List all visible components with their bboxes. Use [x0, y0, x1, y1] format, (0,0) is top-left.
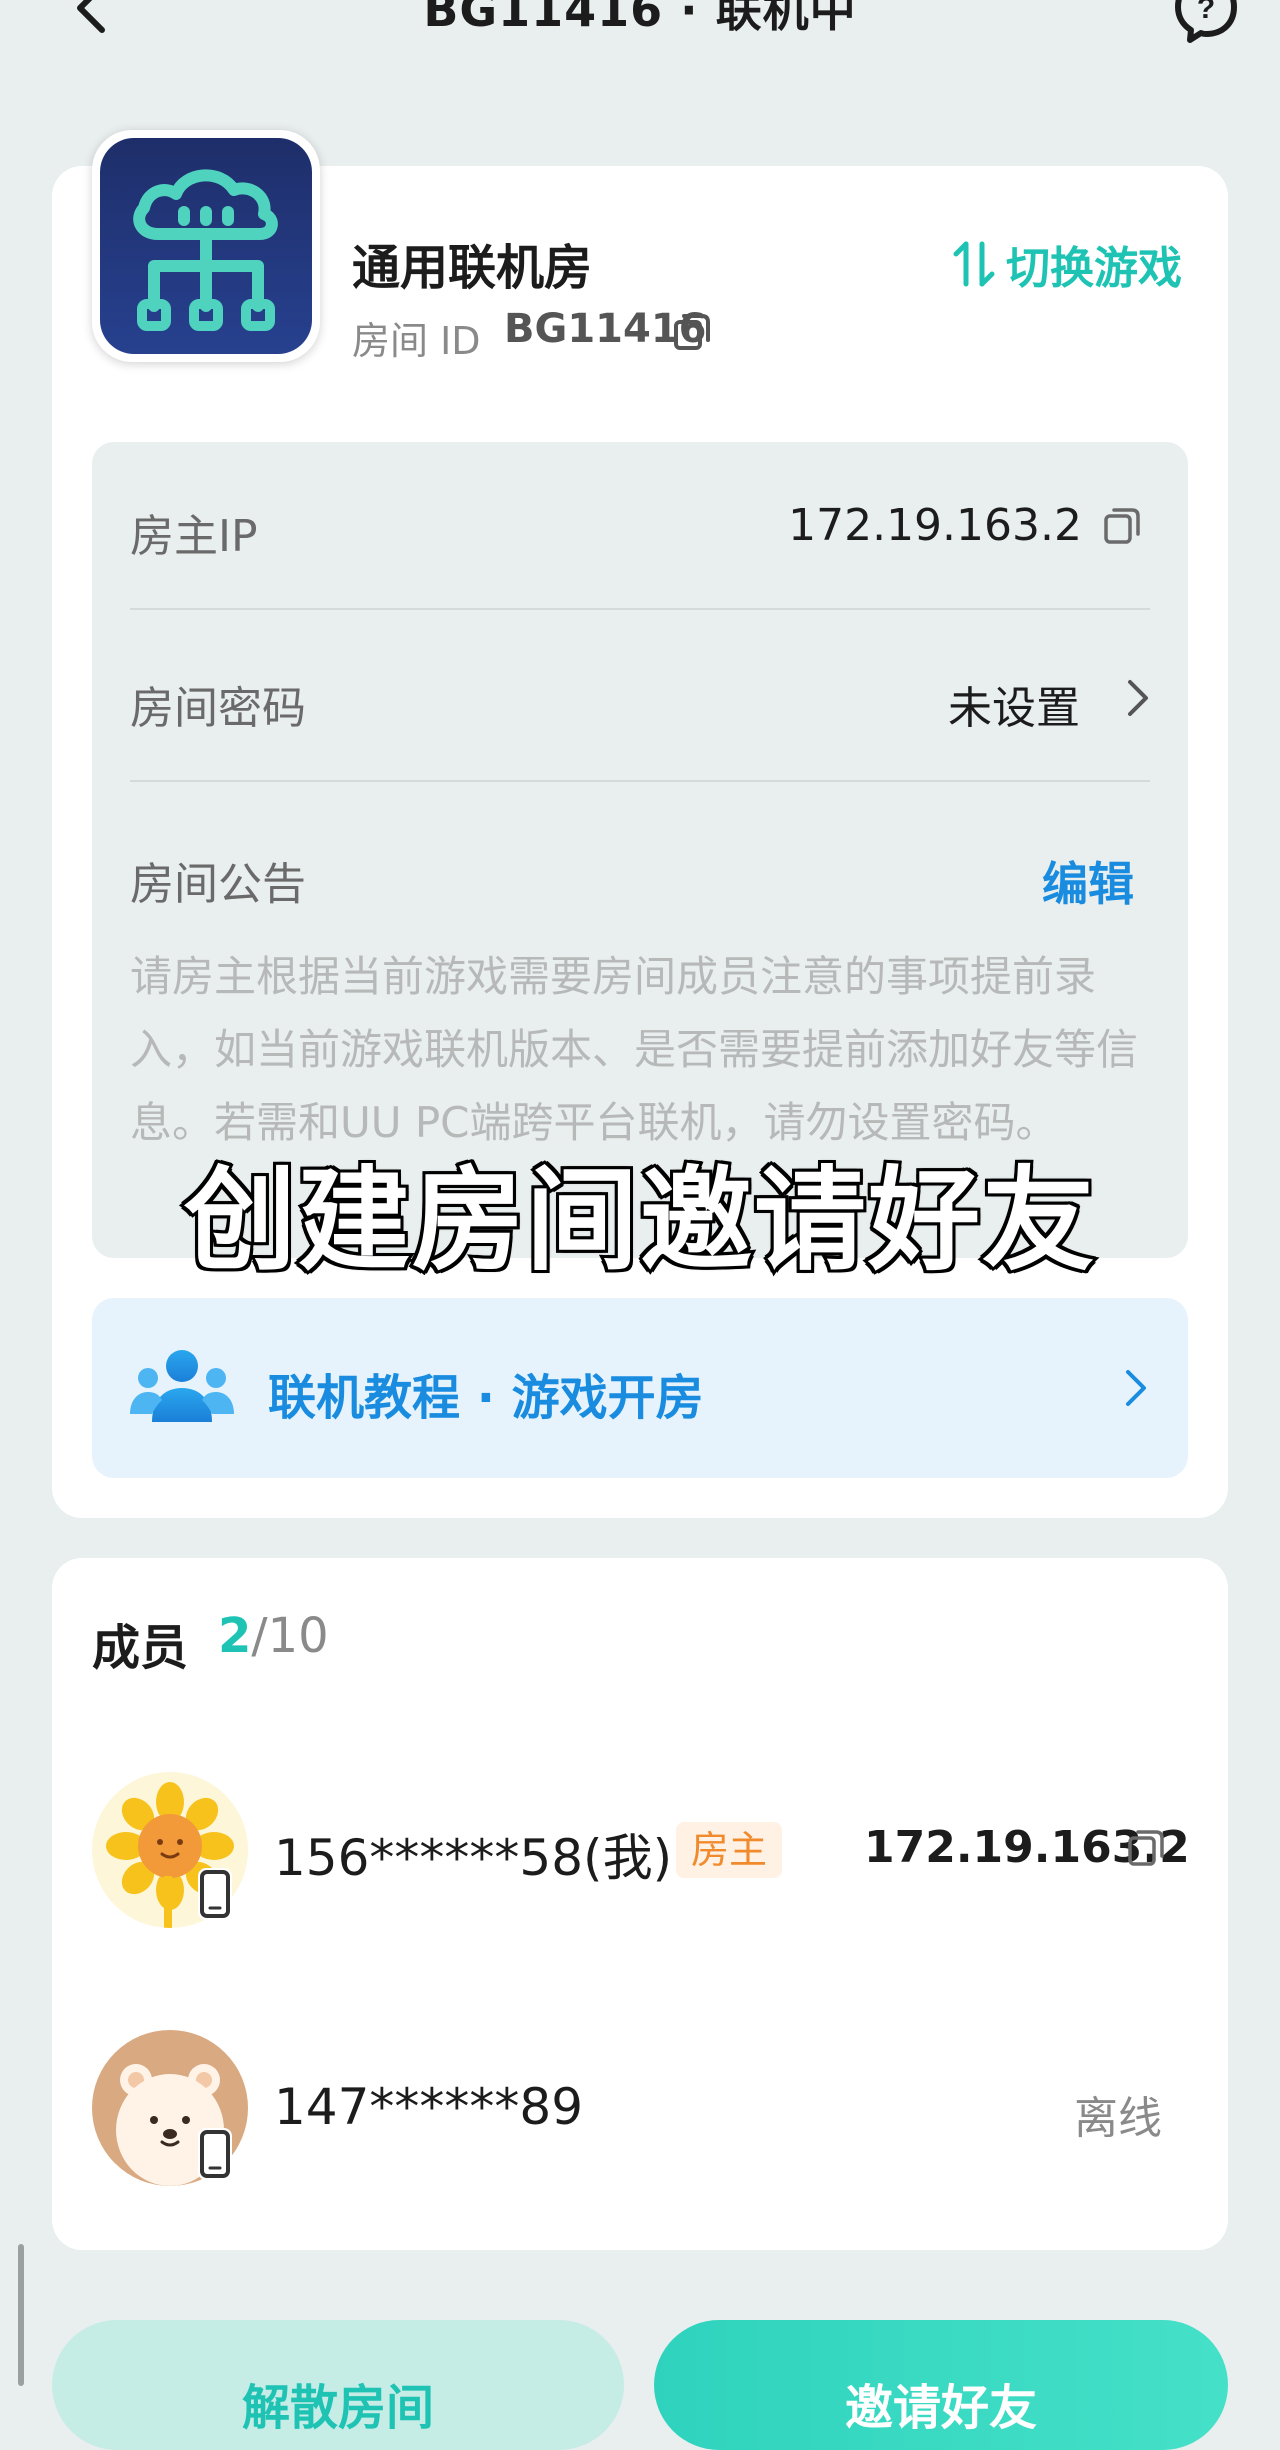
cloud-network-icon: [133, 169, 278, 331]
members-max: /10: [251, 1608, 329, 1664]
game-icon: [92, 130, 320, 362]
scrollbar[interactable]: [18, 2244, 24, 2386]
host-ip-value: 172.19.163.2: [788, 500, 1082, 551]
svg-text:?: ?: [1197, 0, 1215, 25]
copy-icon[interactable]: [1102, 504, 1142, 546]
room-name: 通用联机房: [352, 240, 593, 296]
dissolve-room-label: 解散房间: [241, 2380, 434, 2436]
members-title: 成员: [92, 1620, 189, 1676]
member-status: 离线: [1074, 2093, 1162, 2144]
dissolve-room-button[interactable]: 解散房间: [52, 2320, 624, 2450]
member-name: 147******89: [274, 2078, 584, 2136]
users-icon: [130, 1350, 234, 1422]
announcement-label: 房间公告: [130, 859, 306, 910]
password-value: 未设置: [948, 683, 1080, 734]
members-count: 2/10: [218, 1608, 329, 1664]
overlay-caption: 创建房间邀请好友: [181, 1153, 1097, 1289]
divider: [130, 608, 1150, 610]
copy-icon[interactable]: [672, 310, 712, 352]
invite-friends-label: 邀请好友: [844, 2380, 1037, 2436]
host-badge: 房主: [676, 1822, 782, 1878]
room-id-label: 房间 ID: [352, 319, 481, 363]
phone-icon: [198, 2128, 232, 2180]
phone-icon: [198, 1868, 232, 1920]
copy-icon[interactable]: [1126, 1826, 1166, 1868]
member-name: 156******58(我): [274, 1829, 673, 1887]
switch-game-label: 切换游戏: [1006, 243, 1182, 294]
invite-friends-button[interactable]: 邀请好友: [654, 2320, 1228, 2450]
password-label: 房间密码: [130, 683, 306, 734]
edit-announcement-link[interactable]: 编辑: [1042, 848, 1134, 914]
swap-icon: [953, 241, 995, 287]
switch-game-button[interactable]: 切换游戏: [952, 232, 1182, 296]
members-current: 2: [218, 1608, 252, 1664]
divider: [130, 780, 1150, 782]
tutorial-label: 联机教程 · 游戏开房: [268, 1370, 704, 1426]
page-title: BG11416 · 联机中: [423, 0, 857, 37]
help-icon[interactable]: ?: [1172, 0, 1240, 44]
chevron-right-icon: [1128, 680, 1148, 716]
host-ip-label: 房主IP: [130, 511, 258, 562]
chevron-right-icon: [1126, 1370, 1146, 1406]
